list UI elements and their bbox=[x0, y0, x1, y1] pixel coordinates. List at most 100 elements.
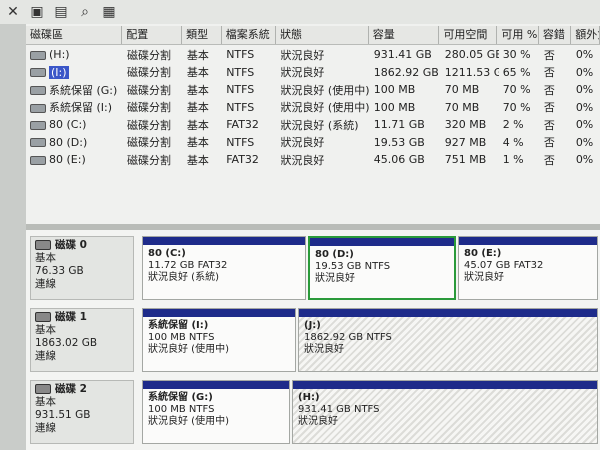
column-header-status[interactable]: 狀態 bbox=[276, 26, 369, 44]
volume-row[interactable]: 80 (C:) 磁碟分割 基本 FAT32 狀況良好 (系統) 11.71 GB… bbox=[26, 116, 600, 134]
volume-name: (I:) bbox=[49, 65, 69, 79]
partition-name: 系統保留 (I:) bbox=[148, 320, 209, 331]
volume-row[interactable]: 80 (E:) 磁碟分割 基本 FAT32 狀況良好 45.06 GB 751 … bbox=[26, 151, 600, 169]
partition-block[interactable]: 系統保留 (G:) 100 MB NTFS 狀況良好 (使用中) bbox=[142, 380, 290, 444]
disk-info[interactable]: 磁碟 2 基本 931.51 GB 連線 bbox=[30, 380, 134, 444]
disk-map: 磁碟 0 基本 76.33 GB 連線 80 (C:) 11.72 GB FAT… bbox=[26, 230, 600, 450]
volume-name: 80 (C:) bbox=[49, 118, 87, 132]
disk-info[interactable]: 磁碟 0 基本 76.33 GB 連線 bbox=[30, 236, 134, 300]
column-header-filesystem[interactable]: 檔案系統 bbox=[222, 26, 277, 44]
column-header-free-percent[interactable]: 可用 % bbox=[497, 26, 539, 44]
column-header-type[interactable]: 類型 bbox=[182, 26, 222, 44]
volume-fault-tolerance: 否 bbox=[543, 153, 555, 167]
volume-type: 基本 bbox=[186, 66, 209, 80]
partition-bar bbox=[143, 309, 295, 317]
volume-capacity: 931.41 GB bbox=[373, 48, 432, 62]
column-header-volume[interactable]: 磁碟區 bbox=[26, 26, 123, 44]
partition-name: 80 (D:) bbox=[315, 249, 354, 260]
partition-block[interactable]: 系統保留 (I:) 100 MB NTFS 狀況良好 (使用中) bbox=[142, 308, 296, 372]
volume-row[interactable]: 系統保留 (G:) 磁碟分割 基本 NTFS 狀況良好 (使用中) 100 MB… bbox=[26, 81, 600, 99]
partition-bar bbox=[459, 237, 597, 245]
disk-size: 1863.02 GB bbox=[35, 337, 98, 349]
volume-layout: 磁碟分割 bbox=[127, 48, 172, 62]
column-header-layout[interactable]: 配置 bbox=[122, 26, 183, 44]
volume-free: 320 MB bbox=[444, 118, 487, 132]
volume-free: 751 MB bbox=[444, 153, 487, 167]
close-icon[interactable]: ✕ bbox=[4, 3, 22, 21]
volume-icon bbox=[30, 50, 46, 60]
volume-status: 狀況良好 bbox=[280, 136, 325, 150]
volume-list-header: 磁碟區 配置 類型 檔案系統 狀態 容量 可用空間 可用 % 容錯 額外負荷 bbox=[26, 26, 600, 45]
partition-detail: 45.07 GB FAT32 bbox=[464, 260, 544, 271]
partition-block[interactable]: 80 (D:) 19.53 GB NTFS 狀況良好 bbox=[308, 236, 456, 300]
partition-name: 系統保留 (G:) bbox=[148, 392, 213, 403]
volume-overhead: 0% bbox=[575, 48, 594, 62]
volume-row[interactable]: (I:) 磁碟分割 基本 NTFS 狀況良好 1862.92 GB 1211.5… bbox=[26, 64, 600, 82]
volume-free-percent: 65 % bbox=[502, 65, 531, 79]
volume-fault-tolerance: 否 bbox=[543, 48, 555, 62]
volume-layout: 磁碟分割 bbox=[127, 118, 172, 132]
volume-layout: 磁碟分割 bbox=[127, 136, 172, 150]
disk-icon bbox=[35, 240, 51, 250]
search-icon[interactable]: ⌕ bbox=[76, 3, 94, 21]
volume-type: 基本 bbox=[186, 83, 209, 97]
disk-state: 連線 bbox=[35, 422, 56, 434]
column-header-overhead[interactable]: 額外負荷 bbox=[571, 26, 600, 44]
volume-fault-tolerance: 否 bbox=[543, 83, 555, 97]
volume-icon bbox=[30, 86, 46, 96]
volume-free-percent: 70 % bbox=[502, 100, 531, 114]
volume-name: 系統保留 (I:) bbox=[49, 101, 113, 115]
partition-block[interactable]: 80 (C:) 11.72 GB FAT32 狀況良好 (系統) bbox=[142, 236, 306, 300]
disk-size: 931.51 GB bbox=[35, 409, 91, 421]
volume-free-percent: 4 % bbox=[502, 135, 524, 149]
disk-type: 基本 bbox=[35, 324, 56, 336]
save-icon[interactable]: ▤ bbox=[52, 3, 70, 21]
volume-free-percent: 70 % bbox=[502, 83, 531, 97]
disk-icon bbox=[35, 312, 51, 322]
window-icon[interactable]: ▦ bbox=[100, 3, 118, 21]
volume-type: 基本 bbox=[186, 153, 209, 167]
volume-row[interactable]: 80 (D:) 磁碟分割 基本 NTFS 狀況良好 19.53 GB 927 M… bbox=[26, 134, 600, 152]
partition-bar bbox=[299, 309, 597, 317]
partition-bar bbox=[293, 381, 597, 389]
partition-name: (H:) bbox=[298, 392, 320, 403]
folder-icon[interactable]: ▣ bbox=[28, 3, 46, 21]
partition-name: 80 (E:) bbox=[464, 248, 502, 259]
column-header-capacity[interactable]: 容量 bbox=[369, 26, 440, 44]
column-header-free-space[interactable]: 可用空間 bbox=[439, 26, 498, 44]
disk-name: 磁碟 0 bbox=[55, 239, 87, 251]
partition-name: (J:) bbox=[304, 320, 321, 331]
volume-filesystem: NTFS bbox=[226, 100, 255, 114]
partition-detail: 19.53 GB NTFS bbox=[315, 261, 391, 272]
volume-layout: 磁碟分割 bbox=[127, 153, 172, 167]
partition-block[interactable]: (J:) 1862.92 GB NTFS 狀況良好 bbox=[298, 308, 598, 372]
partition-name: 80 (C:) bbox=[148, 248, 186, 259]
volume-status: 狀況良好 (使用中) bbox=[280, 83, 370, 97]
volume-row[interactable]: 系統保留 (I:) 磁碟分割 基本 NTFS 狀況良好 (使用中) 100 MB… bbox=[26, 99, 600, 117]
volume-status: 狀況良好 bbox=[280, 66, 325, 80]
partition-detail: 100 MB NTFS bbox=[148, 404, 215, 415]
partition-status: 狀況良好 bbox=[315, 273, 355, 284]
volume-status: 狀況良好 (使用中) bbox=[280, 101, 370, 115]
volume-icon bbox=[30, 68, 46, 78]
disk-name: 磁碟 1 bbox=[55, 311, 87, 323]
partition-detail: 1862.92 GB NTFS bbox=[304, 332, 392, 343]
partition-block[interactable]: 80 (E:) 45.07 GB FAT32 狀況良好 bbox=[458, 236, 598, 300]
volume-status: 狀況良好 bbox=[280, 48, 325, 62]
volume-filesystem: FAT32 bbox=[226, 153, 259, 167]
volume-icon bbox=[30, 138, 46, 148]
volume-layout: 磁碟分割 bbox=[127, 101, 172, 115]
volume-type: 基本 bbox=[186, 136, 209, 150]
volume-icon bbox=[30, 120, 46, 130]
partition-bar bbox=[310, 238, 454, 246]
volume-row[interactable]: (H:) 磁碟分割 基本 NTFS 狀況良好 931.41 GB 280.05 … bbox=[26, 46, 600, 64]
volume-filesystem: NTFS bbox=[226, 83, 255, 97]
volume-free: 927 MB bbox=[444, 135, 487, 149]
disk-info[interactable]: 磁碟 1 基本 1863.02 GB 連線 bbox=[30, 308, 134, 372]
partition-bar bbox=[143, 381, 289, 389]
volume-overhead: 0% bbox=[575, 100, 594, 114]
partition-block[interactable]: (H:) 931.41 GB NTFS 狀況良好 bbox=[292, 380, 598, 444]
partition-status: 狀況良好 (系統) bbox=[148, 272, 219, 283]
volume-type: 基本 bbox=[186, 101, 209, 115]
column-header-fault-tolerance[interactable]: 容錯 bbox=[539, 26, 572, 44]
